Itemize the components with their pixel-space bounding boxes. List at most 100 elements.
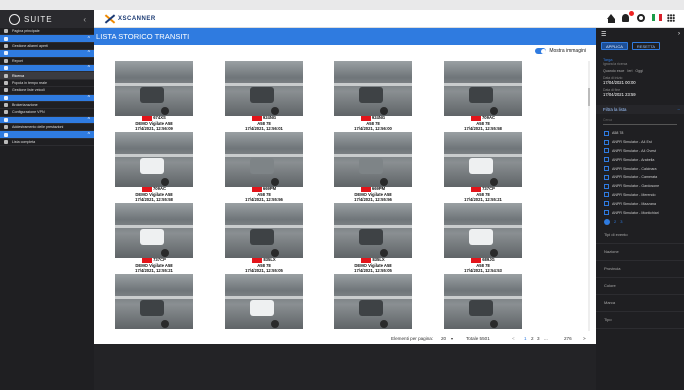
device-page-2[interactable]: 2 — [614, 219, 616, 224]
sidebar-item[interactable]: Addestramento delle prestazioni — [0, 124, 94, 132]
checkbox[interactable] — [604, 183, 609, 189]
transit-card[interactable]: 737CP A58 78 17/4/2021, 12:55:21 — [444, 132, 522, 202]
filter-field[interactable]: Colore — [596, 278, 684, 295]
image-nav-icon[interactable] — [490, 249, 498, 257]
reset-button[interactable]: RESETTA — [631, 42, 661, 50]
image-nav-icon[interactable] — [380, 178, 388, 186]
expand-panel-icon[interactable]: › — [678, 31, 680, 37]
device-list-item[interactable]: ANPR Simulator - Camerata — [596, 173, 684, 182]
filter-field[interactable]: Marca — [596, 295, 684, 312]
device-list-item[interactable]: ANPR Simulator - Gardosone — [596, 182, 684, 191]
filter-field[interactable]: Tipo — [596, 312, 684, 329]
filter-field[interactable]: Provincia — [596, 261, 684, 278]
vehicle-photo[interactable] — [334, 274, 412, 329]
date-to-input[interactable]: 17/04/2021 23:59 — [603, 92, 677, 97]
image-nav-icon[interactable] — [271, 249, 279, 257]
transit-card[interactable]: 709AC DEMO Vigilate A58 17/4/2021, 12:55:5… — [115, 132, 193, 202]
sidebar-item[interactable]: Lista completa — [0, 139, 94, 147]
vehicle-photo[interactable] — [334, 61, 412, 116]
device-list-item[interactable]: ANPR Simulator - A4 Est — [596, 138, 684, 147]
device-list-item[interactable]: ANPR Simulator - Arabella — [596, 155, 684, 164]
sidebar-group-header[interactable]: ^ — [0, 50, 94, 58]
filter-field[interactable]: Nazione — [596, 244, 684, 261]
image-nav-icon[interactable] — [271, 320, 279, 328]
image-nav-icon[interactable] — [161, 320, 169, 328]
sidebar-item[interactable]: Brokerizzazione — [0, 102, 94, 110]
checkbox[interactable] — [604, 166, 609, 172]
date-shortcut-tab[interactable]: Oggi — [635, 69, 643, 73]
vehicle-photo[interactable] — [225, 132, 303, 187]
user-account-icon[interactable] — [637, 14, 646, 23]
image-nav-icon[interactable] — [161, 107, 169, 115]
vehicle-photo[interactable] — [115, 61, 193, 116]
chevron-up-icon[interactable]: ^ — [88, 95, 90, 101]
chevron-up-icon[interactable]: ^ — [88, 50, 90, 56]
checkbox[interactable] — [604, 174, 609, 180]
page-2-button[interactable]: 2 — [531, 336, 534, 341]
filter-field[interactable]: Tipi di evento — [596, 227, 684, 244]
device-page-1[interactable] — [604, 218, 610, 225]
transit-card[interactable]: 737CP DEMO Vigilate A58 17/4/2021, 12:55:2… — [115, 203, 193, 273]
filter-icon[interactable]: ☰ — [601, 31, 606, 38]
checkbox[interactable] — [604, 157, 609, 163]
italian-flag-icon[interactable] — [652, 14, 662, 23]
prev-page-button[interactable]: < — [512, 336, 515, 341]
checkbox[interactable] — [604, 139, 609, 145]
last-page-button[interactable]: 276 — [564, 336, 572, 341]
transit-card[interactable]: 689JG A58 78 17/4/2021, 12:54:53 — [444, 203, 522, 273]
vehicle-photo[interactable] — [115, 132, 193, 187]
vehicle-photo[interactable] — [115, 203, 193, 258]
gallery-scrollbar-thumb[interactable] — [588, 88, 590, 106]
image-nav-icon[interactable] — [271, 178, 279, 186]
transit-card[interactable] — [444, 274, 522, 329]
vehicle-photo[interactable] — [225, 203, 303, 258]
checkbox[interactable] — [604, 210, 609, 216]
vehicle-photo[interactable] — [444, 132, 522, 187]
page-3-button[interactable]: 3 — [537, 336, 540, 341]
chevron-up-icon[interactable]: ^ — [88, 36, 90, 42]
checkbox[interactable] — [604, 201, 609, 207]
sidebar-item[interactable]: Popola in tempo reale — [0, 80, 94, 88]
sidebar-group-header[interactable]: ^ — [0, 64, 94, 73]
home-icon[interactable] — [607, 14, 616, 23]
date-shortcut-tab[interactable]: Ieri — [627, 69, 632, 73]
image-nav-icon[interactable] — [490, 107, 498, 115]
sidebar-group-header[interactable]: ^ — [0, 116, 94, 125]
vehicle-photo[interactable] — [444, 61, 522, 116]
transit-card[interactable]: 674XS DEMO Vigilate A58 17/4/2021, 12:56:0… — [115, 61, 193, 131]
sidebar-item[interactable]: Gestione allarmi aperti — [0, 43, 94, 51]
sidebar-group-header[interactable]: ^ — [0, 35, 94, 43]
image-nav-icon[interactable] — [271, 107, 279, 115]
notifications-bell-icon[interactable] — [622, 11, 634, 23]
image-nav-icon[interactable] — [380, 249, 388, 257]
chevron-up-icon[interactable]: ^ — [88, 117, 90, 123]
transit-card[interactable] — [334, 274, 412, 329]
image-nav-icon[interactable] — [490, 178, 498, 186]
apps-grid-icon[interactable] — [667, 14, 676, 23]
sidebar-item[interactable]: Pagina principale — [0, 28, 94, 36]
checkbox[interactable] — [604, 130, 609, 136]
vehicle-photo[interactable] — [334, 132, 412, 187]
sidebar-group-header[interactable]: ^ — [0, 131, 94, 139]
sidebar-group-header[interactable]: ^ — [0, 94, 94, 102]
collapse-sidebar-icon[interactable]: ‹ — [83, 15, 86, 24]
apply-button[interactable]: APPLICA — [601, 42, 628, 50]
transit-card[interactable]: 835LX A58 78 17/4/2021, 12:55:05 — [225, 203, 303, 273]
vehicle-photo[interactable] — [444, 274, 522, 329]
list-filter-header[interactable]: Filtra la lista – — [596, 105, 684, 114]
transit-card[interactable] — [115, 274, 193, 329]
device-list-item[interactable]: ANPR Simulator - Montichiari — [596, 208, 684, 217]
date-shortcut-tab[interactable]: Quando esce — [603, 69, 624, 73]
vehicle-photo[interactable] — [444, 203, 522, 258]
device-list-item[interactable]: ANPR Simulator - Merendo — [596, 191, 684, 200]
list-search-input[interactable]: Cerca — [603, 118, 677, 125]
sidebar-item[interactable]: Ricerca — [0, 72, 94, 80]
next-page-button[interactable]: > — [583, 336, 586, 341]
image-nav-icon[interactable] — [380, 107, 388, 115]
transit-card[interactable]: 669PM A58 78 17/4/2021, 12:55:56 — [225, 132, 303, 202]
image-nav-icon[interactable] — [161, 249, 169, 257]
page-1-button[interactable]: 1 — [524, 336, 527, 341]
device-page-3[interactable]: 3 — [620, 219, 622, 224]
checkbox[interactable] — [604, 148, 609, 154]
collapse-list-icon[interactable]: – — [678, 107, 680, 112]
